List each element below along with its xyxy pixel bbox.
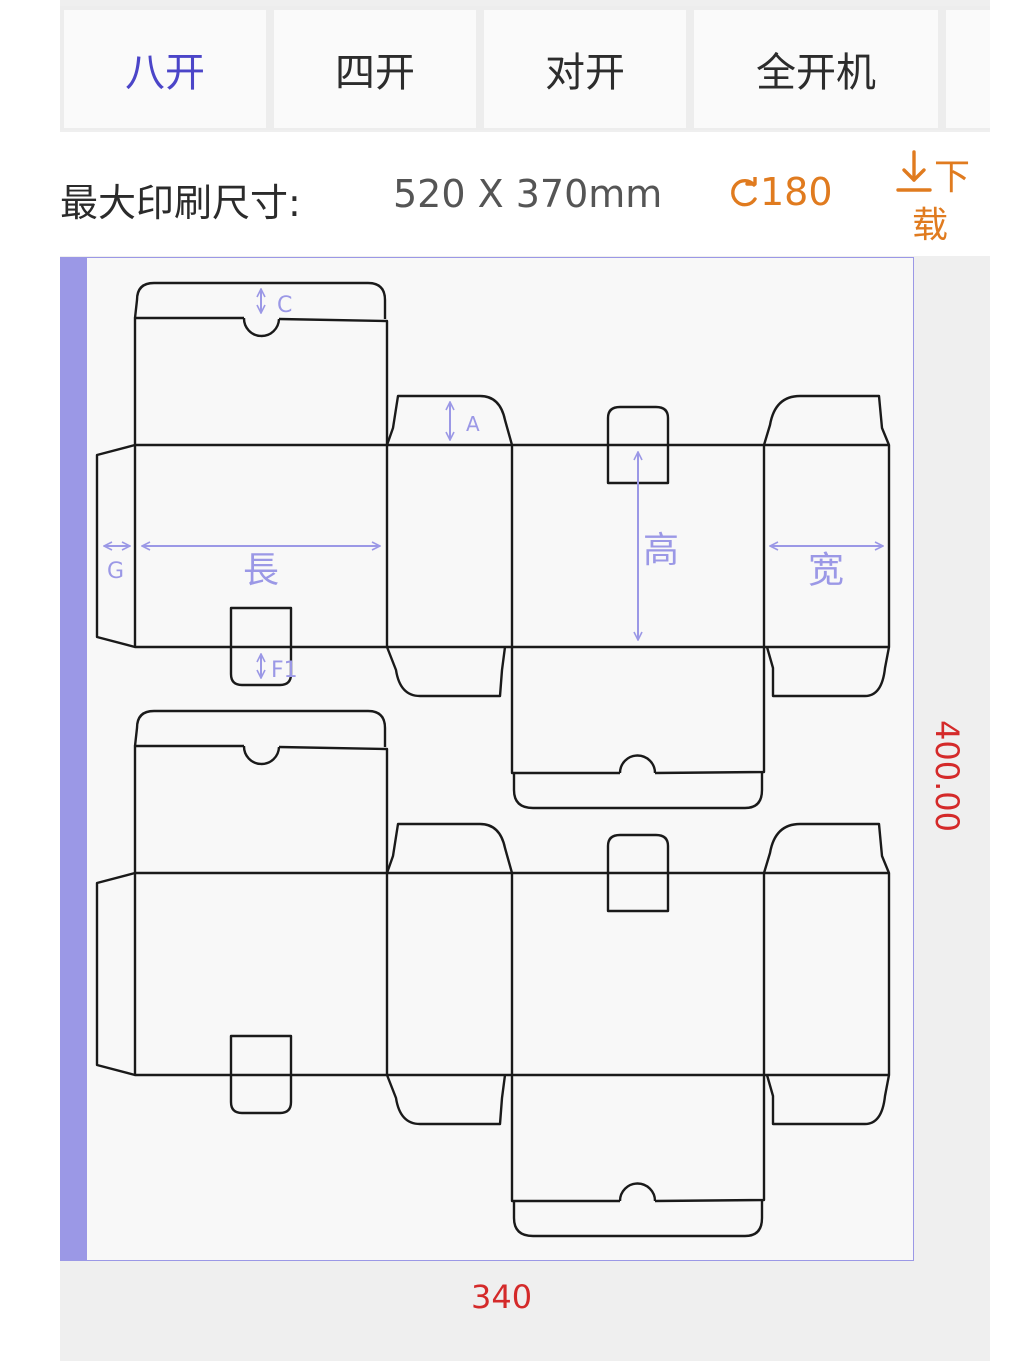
dimension-guides [104, 289, 883, 678]
a-label: A [466, 412, 480, 436]
width-label: 宽 [808, 550, 844, 591]
length-label: 長 [243, 550, 279, 591]
box-dieline: C A G F1 長 高 宽 [95, 281, 891, 1238]
c-label: C [277, 293, 292, 318]
width-dimension: 340 [471, 1278, 533, 1316]
f1-label: F1 [271, 658, 298, 683]
dieline-bottom-box [95, 709, 891, 1238]
height-dimension: 400.00 [928, 720, 966, 832]
g-label: G [107, 559, 124, 584]
height-label: 高 [643, 530, 679, 571]
